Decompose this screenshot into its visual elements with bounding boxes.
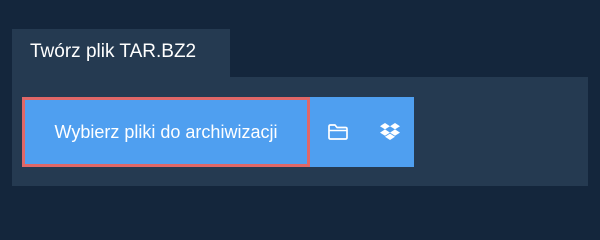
choose-files-label: Wybierz pliki do archiwizacji: [54, 121, 278, 142]
folder-button[interactable]: [310, 97, 365, 167]
dropbox-button[interactable]: [365, 97, 414, 167]
tab-title: Twórz plik TAR.BZ2: [30, 41, 197, 62]
folder-icon: [327, 123, 349, 141]
dropbox-icon: [379, 122, 401, 142]
choose-files-button[interactable]: Wybierz pliki do archiwizacji: [22, 97, 310, 167]
tab-create-tar-bz2[interactable]: Twórz plik TAR.BZ2: [12, 29, 230, 77]
upload-button-group: Wybierz pliki do archiwizacji: [22, 97, 414, 167]
